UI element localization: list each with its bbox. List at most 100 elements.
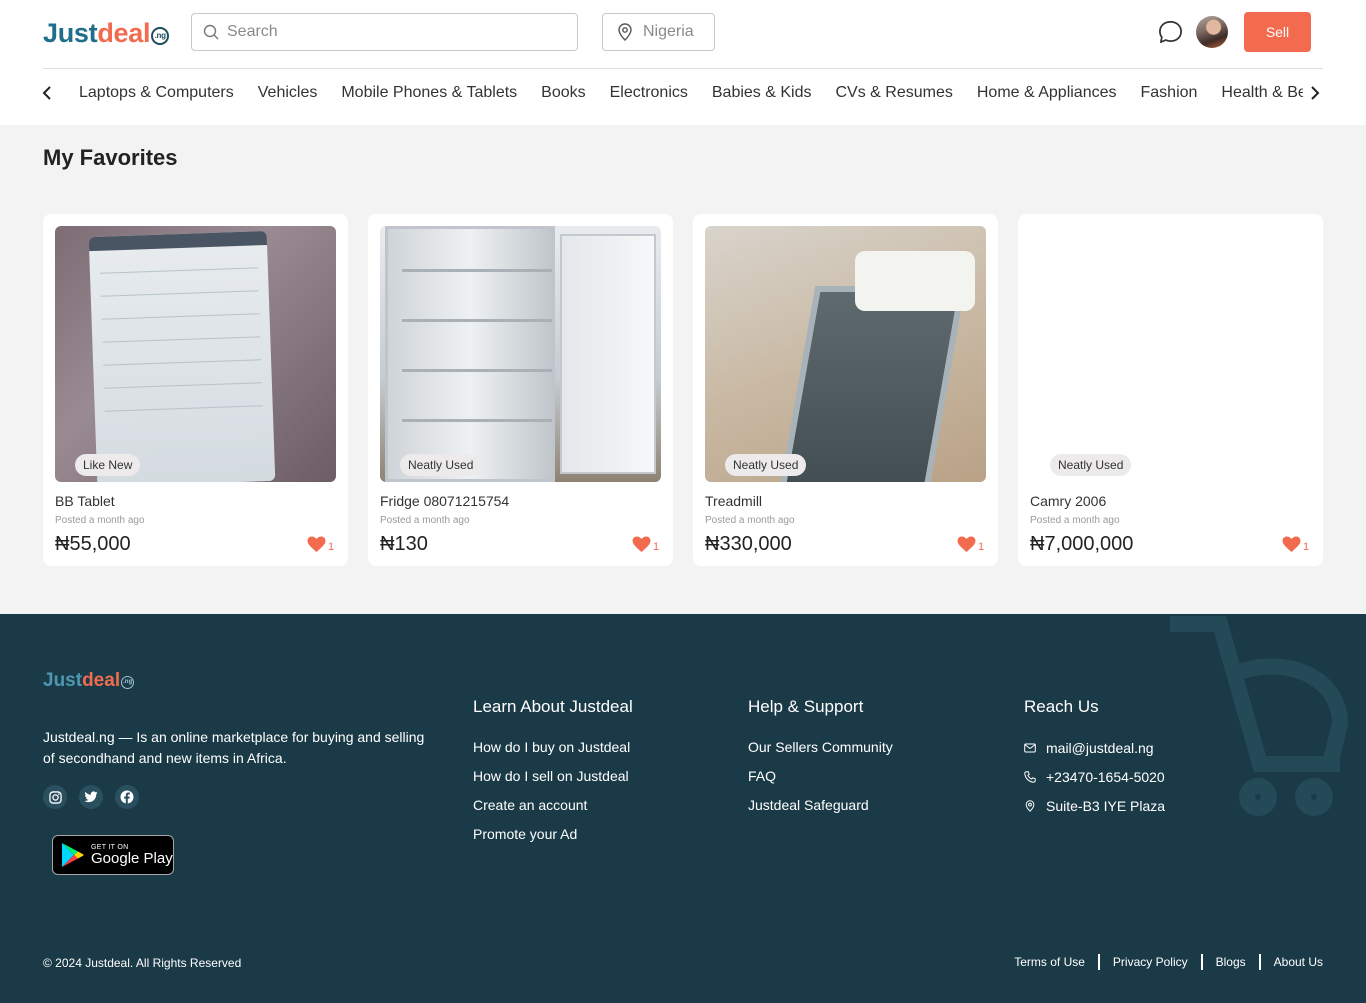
phone-icon (1024, 770, 1036, 783)
favorite-button[interactable]: 1 (1282, 536, 1309, 553)
category-books[interactable]: Books (529, 84, 597, 102)
link-safeguard[interactable]: Justdeal Safeguard (748, 797, 893, 814)
listing-image: Neatly Used (705, 226, 986, 482)
justdeal-logo[interactable]: Just deal .ng (43, 17, 170, 49)
footer-logo-just: Just (43, 670, 83, 691)
favorite-button[interactable]: 1 (307, 536, 334, 553)
footer-help-column: Help & Support Our Sellers Community FAQ… (748, 697, 893, 826)
category-laptops-computers[interactable]: Laptops & Computers (67, 84, 246, 102)
category-babies-kids[interactable]: Babies & Kids (700, 84, 824, 102)
footer-reach-heading: Reach Us (1024, 697, 1099, 716)
favorite-count: 1 (328, 541, 335, 553)
listing-card[interactable]: Neatly Used Treadmill Posted a month ago… (693, 214, 998, 566)
favorite-count: 1 (1303, 541, 1310, 553)
chevron-left-icon[interactable] (37, 83, 57, 103)
search-input[interactable] (227, 23, 557, 41)
heart-icon (1282, 536, 1301, 553)
logo-deal: deal (97, 18, 151, 48)
legal-separator (1097, 954, 1100, 970)
listing-posted: Posted a month ago (705, 515, 795, 526)
link-how-to-sell[interactable]: How do I sell on Justdeal (473, 768, 633, 785)
category-health-beauty[interactable]: Health & Beauty (1209, 84, 1303, 102)
search-box[interactable] (191, 13, 578, 51)
footer-logo-ng: .ng (121, 676, 135, 689)
category-home-appliances[interactable]: Home & Appliances (965, 84, 1129, 102)
link-terms-of-use[interactable]: Terms of Use (1014, 955, 1085, 969)
logo-ng: .ng (151, 27, 170, 45)
listing-title: Treadmill (705, 493, 763, 509)
mail-icon (1024, 743, 1036, 752)
google-play-icon (62, 843, 84, 867)
listing-card[interactable]: Neatly Used Camry 2006 Posted a month ag… (1018, 214, 1323, 566)
location-pin-icon (618, 23, 632, 41)
category-fashion[interactable]: Fashion (1129, 84, 1210, 102)
contact-phone[interactable]: +23470-1654-5020 (1024, 768, 1165, 785)
link-faq[interactable]: FAQ (748, 768, 893, 785)
footer-learn-heading: Learn About Justdeal (473, 697, 633, 716)
search-icon (203, 24, 219, 40)
listing-price: ₦55,000 (55, 533, 131, 555)
favorite-button[interactable]: 1 (632, 536, 659, 553)
listing-card[interactable]: Like New BB Tablet Posted a month ago ₦5… (43, 214, 348, 566)
map-pin-icon (1025, 799, 1035, 812)
favorite-button[interactable]: 1 (957, 536, 984, 553)
listing-posted: Posted a month ago (55, 515, 145, 526)
condition-badge: Like New (75, 454, 141, 476)
category-vehicles[interactable]: Vehicles (246, 84, 330, 102)
social-links (43, 785, 139, 809)
contact-address-text: Suite-B3 IYE Plaza (1046, 797, 1166, 814)
category-electronics[interactable]: Electronics (598, 84, 700, 102)
sell-button[interactable]: Sell (1244, 12, 1311, 52)
link-about-us[interactable]: About Us (1274, 955, 1323, 969)
footer-learn-column: Learn About Justdeal How do I buy on Jus… (473, 697, 633, 855)
header: Justdeal.ng Nigeria Sell Laptops & Compu… (0, 0, 1366, 125)
legal-separator (1200, 954, 1203, 970)
footer-logo-deal: deal (82, 670, 121, 691)
chat-icon[interactable] (1157, 19, 1184, 46)
twitter-icon[interactable] (79, 785, 103, 809)
footer: Just deal .ng Justdeal.ng — Is an online m… (0, 614, 1366, 1003)
contact-phone-text: +23470-1654-5020 (1046, 768, 1165, 785)
contact-email[interactable]: mail@justdeal.ng (1024, 739, 1165, 756)
condition-badge: Neatly Used (725, 454, 807, 476)
category-cvs-resumes[interactable]: CVs & Resumes (823, 84, 964, 102)
listing-title: Fridge 08071215754 (380, 493, 510, 509)
listing-price: ₦7,000,000 (1030, 533, 1134, 555)
favorite-count: 1 (978, 541, 985, 553)
footer-logo[interactable]: Just deal .ng (43, 670, 135, 692)
listing-image: Neatly Used (1030, 226, 1311, 482)
footer-help-heading: Help & Support (748, 697, 864, 716)
link-sellers-community[interactable]: Our Sellers Community (748, 739, 893, 756)
heart-icon (307, 536, 326, 553)
listing-price: ₦330,000 (705, 533, 792, 555)
logo-just: Just (43, 18, 98, 48)
link-privacy-policy[interactable]: Privacy Policy (1113, 955, 1188, 969)
instagram-icon[interactable] (43, 785, 67, 809)
header-divider (43, 68, 1323, 69)
copyright: © 2024 Justdeal. All Rights Reserved (43, 956, 242, 970)
legal-separator (1258, 954, 1261, 970)
link-how-to-buy[interactable]: How do I buy on Justdeal (473, 739, 633, 756)
legal-links: Terms of Use Privacy Policy Blogs About … (1014, 954, 1323, 970)
google-play-big-text: Google Play (91, 849, 173, 867)
heart-icon (957, 536, 976, 553)
link-create-account[interactable]: Create an account (473, 797, 633, 814)
condition-badge: Neatly Used (1050, 454, 1132, 476)
category-mobile-phones-tablets[interactable]: Mobile Phones & Tablets (329, 84, 529, 102)
location-label: Nigeria (643, 23, 694, 40)
facebook-icon[interactable] (115, 785, 139, 809)
link-promote-ad[interactable]: Promote your Ad (473, 826, 633, 843)
listing-image: Neatly Used (380, 226, 661, 482)
contact-email-text: mail@justdeal.ng (1046, 739, 1154, 756)
listing-title: BB Tablet (55, 493, 115, 509)
user-avatar[interactable] (1196, 16, 1228, 48)
cart-watermark-icon (1170, 616, 1349, 816)
footer-reach-column: Reach Us mail@justdeal.ng +23470-1654-50… (1024, 697, 1165, 826)
google-play-badge[interactable]: GET IT ON Google Play (52, 835, 174, 875)
listing-card[interactable]: Neatly Used Fridge 08071215754 Posted a … (368, 214, 673, 566)
heart-icon (632, 536, 651, 553)
location-selector[interactable]: Nigeria (602, 13, 715, 51)
link-blogs[interactable]: Blogs (1216, 955, 1246, 969)
listing-title: Camry 2006 (1030, 493, 1107, 509)
chevron-right-icon[interactable] (1305, 83, 1325, 103)
